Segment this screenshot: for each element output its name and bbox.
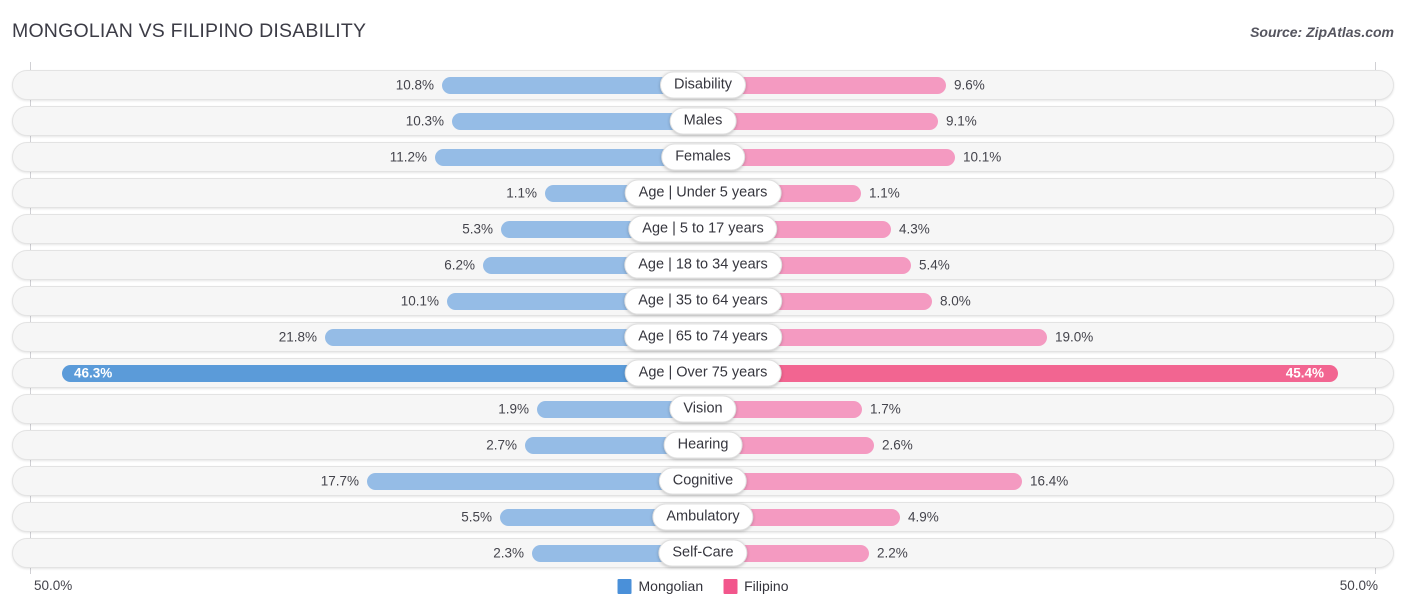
chart-legend: Mongolian Filipino <box>617 578 788 594</box>
value-label-mongolian: 21.8% <box>278 329 317 345</box>
legend-label: Mongolian <box>638 578 704 594</box>
chart-row[interactable]: 6.2% 5.4% Age | 18 to 34 years <box>12 250 1394 280</box>
value-label-mongolian: 17.7% <box>320 473 359 489</box>
chart-row[interactable]: 10.1% 8.0% Age | 35 to 64 years <box>12 286 1394 316</box>
value-label-filipino: 8.0% <box>940 293 971 309</box>
category-label[interactable]: Age | Under 5 years <box>624 179 782 207</box>
value-label-filipino: 1.1% <box>869 185 900 201</box>
chart-row[interactable]: 5.5% 4.9% Ambulatory <box>12 502 1394 532</box>
chart-row[interactable]: 10.8% 9.6% Disability <box>12 70 1394 100</box>
source-attribution: Source: ZipAtlas.com <box>1250 24 1394 40</box>
value-label-filipino: 2.6% <box>882 437 913 453</box>
value-label-filipino: 5.4% <box>919 257 950 273</box>
chart-row[interactable]: 11.2% 10.1% Females <box>12 142 1394 172</box>
page-title: MONGOLIAN VS FILIPINO DISABILITY <box>12 20 367 42</box>
value-label-mongolian: 10.3% <box>405 113 444 129</box>
bar-filipino[interactable] <box>703 113 938 130</box>
legend-item[interactable]: Filipino <box>723 578 788 594</box>
value-label-mongolian: 1.9% <box>498 401 529 417</box>
bar-filipino[interactable] <box>703 365 1338 382</box>
value-label-mongolian: 10.1% <box>400 293 439 309</box>
chart-row[interactable]: 1.1% 1.1% Age | Under 5 years <box>12 178 1394 208</box>
chart-row[interactable]: 17.7% 16.4% Cognitive <box>12 466 1394 496</box>
bar-mongolian[interactable] <box>452 113 703 130</box>
value-label-filipino: 9.1% <box>946 113 977 129</box>
value-label-mongolian: 6.2% <box>444 257 475 273</box>
value-label-mongolian: 2.3% <box>493 545 524 561</box>
value-label-filipino: 4.9% <box>908 509 939 525</box>
category-label[interactable]: Vision <box>669 395 737 423</box>
bar-mongolian[interactable] <box>62 365 703 382</box>
axis-label-right: 50.0% <box>1339 578 1378 593</box>
value-label-filipino: 9.6% <box>954 77 985 93</box>
value-label-filipino: 19.0% <box>1055 329 1094 345</box>
category-label[interactable]: Age | 35 to 64 years <box>624 287 782 315</box>
legend-label: Filipino <box>744 578 789 594</box>
value-label-filipino: 4.3% <box>899 221 930 237</box>
axis-line-left <box>30 62 31 574</box>
chart-row[interactable]: 2.7% 2.6% Hearing <box>12 430 1394 460</box>
chart-row[interactable]: 10.3% 9.1% Males <box>12 106 1394 136</box>
category-label[interactable]: Disability <box>659 71 747 99</box>
chart-footer: 50.0% 50.0% Mongolian Filipino <box>0 578 1406 612</box>
legend-item[interactable]: Mongolian <box>617 578 704 594</box>
value-label-mongolian: 2.7% <box>486 437 517 453</box>
value-label-mongolian: 10.8% <box>395 77 434 93</box>
axis-label-left: 50.0% <box>34 578 73 593</box>
value-label-filipino: 1.7% <box>870 401 901 417</box>
category-label[interactable]: Cognitive <box>658 467 748 495</box>
category-label[interactable]: Females <box>661 143 745 171</box>
chart-row[interactable]: 46.3% 45.4% Age | Over 75 years <box>12 358 1394 388</box>
category-label[interactable]: Age | 65 to 74 years <box>624 323 782 351</box>
chart-row[interactable]: 2.3% 2.2% Self-Care <box>12 538 1394 568</box>
value-label-mongolian: 1.1% <box>506 185 537 201</box>
category-label[interactable]: Age | 18 to 34 years <box>624 251 782 279</box>
chart-root: MONGOLIAN VS FILIPINO DISABILITY Source:… <box>0 0 1406 612</box>
bar-mongolian[interactable] <box>367 473 703 490</box>
legend-swatch <box>617 578 632 594</box>
category-label[interactable]: Hearing <box>663 431 743 459</box>
legend-swatch <box>723 578 738 594</box>
category-label[interactable]: Self-Care <box>658 539 748 567</box>
value-label-filipino: 10.1% <box>963 149 1002 165</box>
plot-area: 10.8% 9.6% Disability 10.3% 9.1% Males 11.2% 10… <box>0 62 1406 574</box>
value-label-filipino: 45.4% <box>1285 365 1324 381</box>
value-label-mongolian: 11.2% <box>389 149 427 165</box>
chart-row[interactable]: 21.8% 19.0% Age | 65 to 74 years <box>12 322 1394 352</box>
value-label-filipino: 2.2% <box>877 545 908 561</box>
value-label-mongolian: 5.5% <box>461 509 492 525</box>
chart-row[interactable]: 1.9% 1.7% Vision <box>12 394 1394 424</box>
value-label-mongolian: 46.3% <box>74 365 113 381</box>
category-label[interactable]: Ambulatory <box>652 503 754 531</box>
value-label-mongolian: 5.3% <box>462 221 493 237</box>
category-label[interactable]: Age | Over 75 years <box>624 359 782 387</box>
category-label[interactable]: Age | 5 to 17 years <box>628 215 778 243</box>
axis-line-right <box>1375 62 1376 574</box>
value-label-filipino: 16.4% <box>1030 473 1069 489</box>
bar-filipino[interactable] <box>703 473 1022 490</box>
category-label[interactable]: Males <box>669 107 737 135</box>
chart-row[interactable]: 5.3% 4.3% Age | 5 to 17 years <box>12 214 1394 244</box>
